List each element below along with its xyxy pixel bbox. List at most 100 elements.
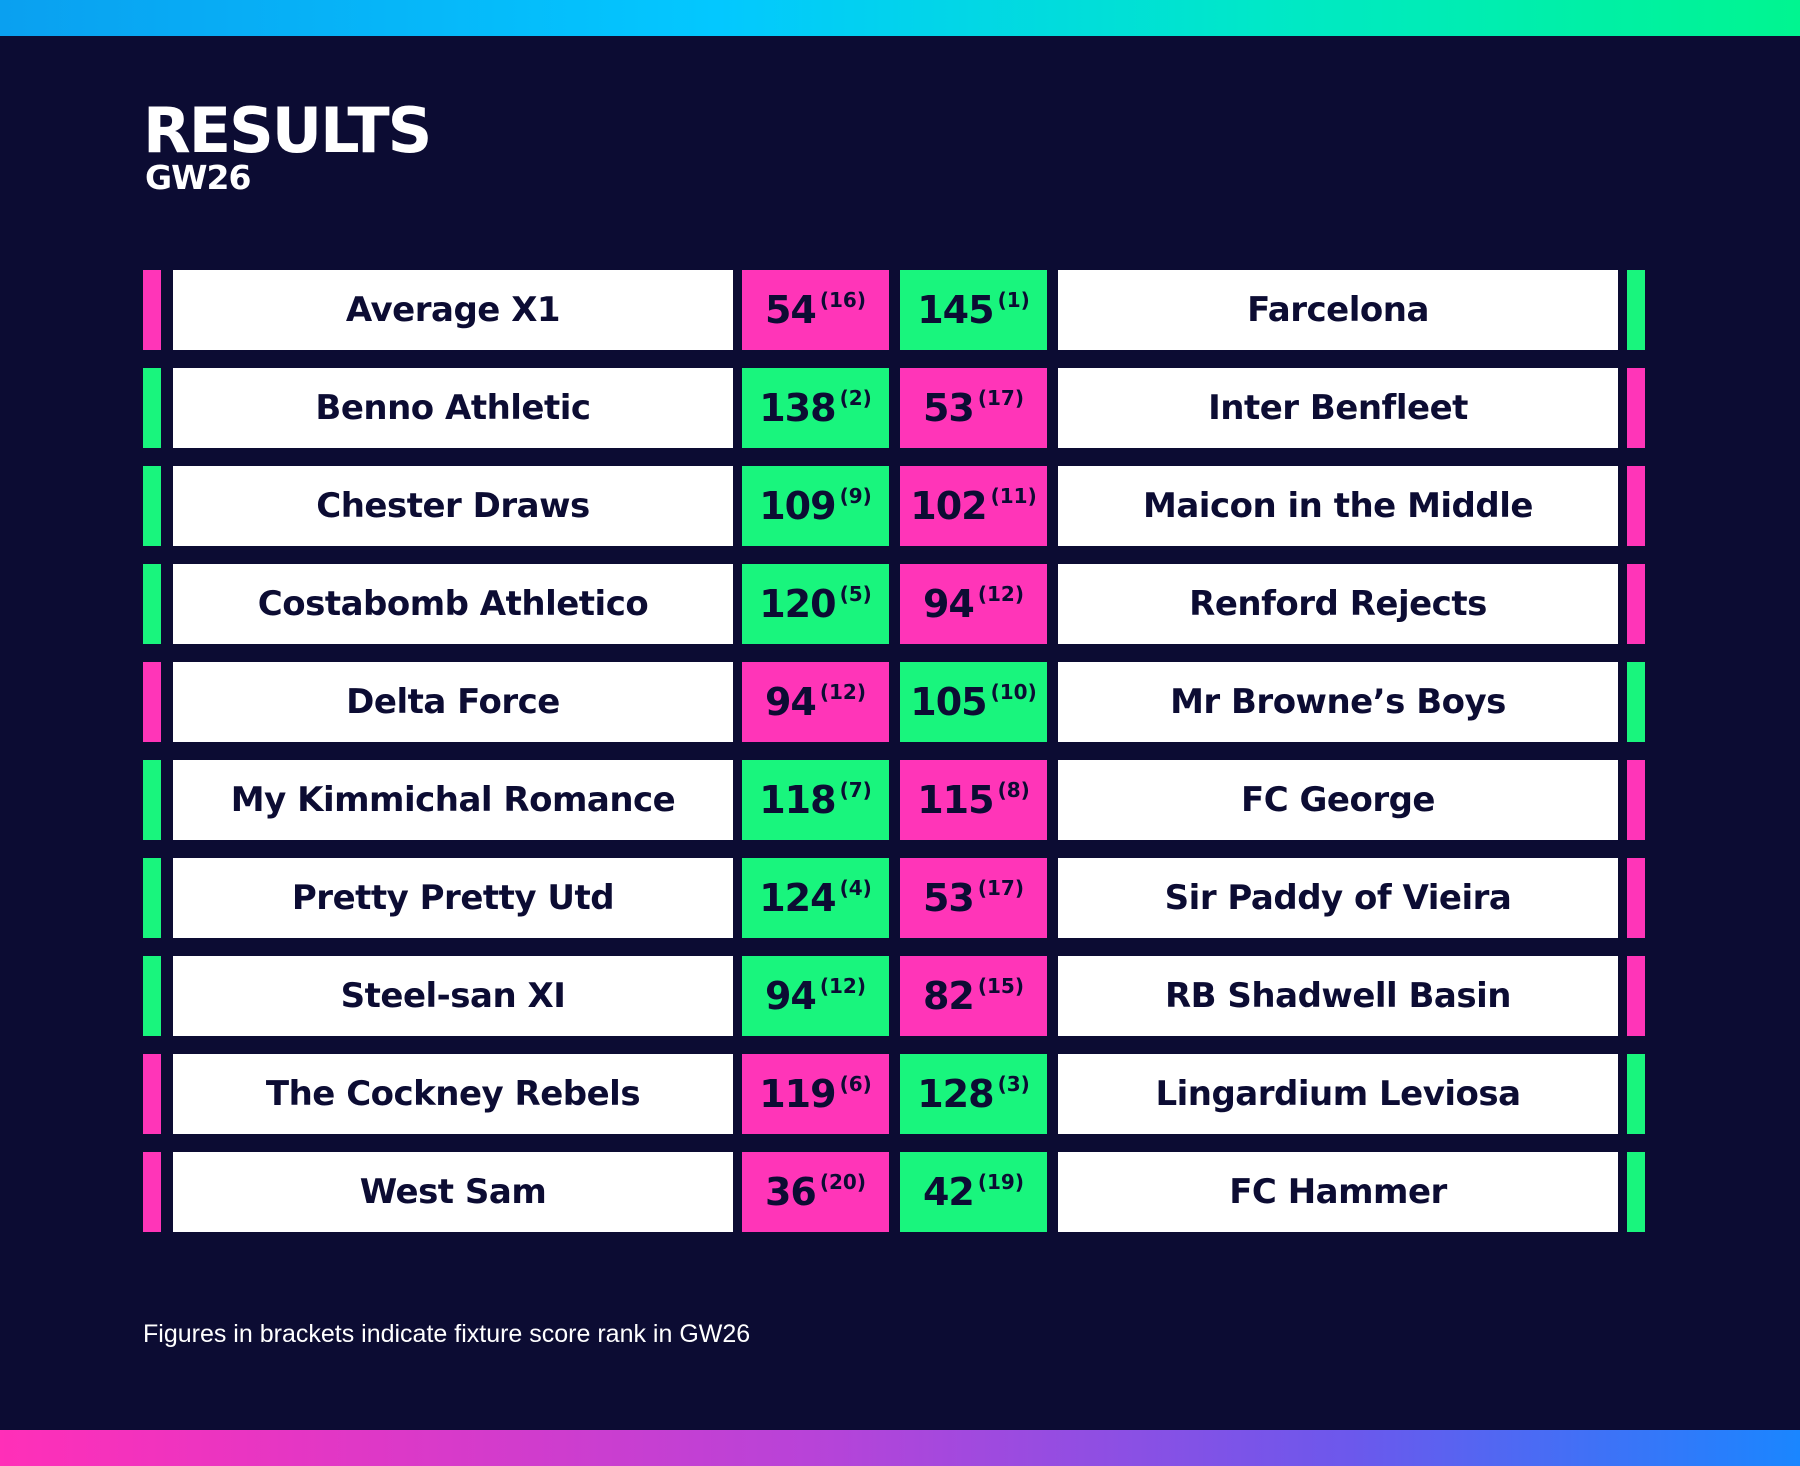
home-score-rank: (4) <box>839 876 872 900</box>
away-score-cell: 53 (17) <box>900 368 1047 448</box>
home-score-rank: (7) <box>839 778 872 802</box>
fixture-row: Benno Athletic 138 (2) 53 (17) Inter Benfleet <box>143 368 1645 448</box>
home-team-name: West Sam <box>173 1152 733 1232</box>
away-team-name: Inter Benfleet <box>1058 368 1618 448</box>
home-score-cell: 94 (12) <box>742 662 889 742</box>
home-score: 124 <box>759 876 836 920</box>
away-score: 53 <box>922 386 975 430</box>
home-result-indicator <box>143 564 161 644</box>
away-result-indicator <box>1627 858 1645 938</box>
fixture-row: Steel-san XI 94 (12) 82 (15) RB Shadwell Basi… <box>143 956 1645 1036</box>
away-score-rank: (19) <box>977 1170 1024 1194</box>
away-team-name: RB Shadwell Basin <box>1058 956 1618 1036</box>
away-score-rank: (17) <box>977 386 1024 410</box>
away-score: 128 <box>917 1072 994 1116</box>
away-team-name: Farcelona <box>1058 270 1618 350</box>
home-result-indicator <box>143 858 161 938</box>
fixture-row: My Kimmichal Romance 118 (7) 115 (8) FC Georg… <box>143 760 1645 840</box>
top-gradient-bar <box>0 0 1800 36</box>
home-score-rank: (2) <box>839 386 872 410</box>
page-title: RESULTS <box>143 94 432 167</box>
home-result-indicator <box>143 1152 161 1232</box>
fixture-row: Costabomb Athletico 120 (5) 94 (12) Renford R… <box>143 564 1645 644</box>
away-score-rank: (15) <box>977 974 1024 998</box>
away-score: 102 <box>910 484 987 528</box>
fixture-row: Delta Force 94 (12) 105 (10) Mr Browne’s Boys <box>143 662 1645 742</box>
away-score: 145 <box>917 288 994 332</box>
home-score: 138 <box>759 386 836 430</box>
home-score: 36 <box>764 1170 817 1214</box>
away-result-indicator <box>1627 760 1645 840</box>
home-score-cell: 138 (2) <box>742 368 889 448</box>
home-score: 54 <box>764 288 817 332</box>
away-team-name: FC George <box>1058 760 1618 840</box>
away-score-cell: 42 (19) <box>900 1152 1047 1232</box>
away-score: 82 <box>922 974 975 1018</box>
away-result-indicator <box>1627 1054 1645 1134</box>
away-score: 53 <box>922 876 975 920</box>
home-result-indicator <box>143 466 161 546</box>
away-score: 94 <box>922 582 975 626</box>
away-team-name: FC Hammer <box>1058 1152 1618 1232</box>
away-score-rank: (3) <box>997 1072 1030 1096</box>
away-team-name: Mr Browne’s Boys <box>1058 662 1618 742</box>
away-score-cell: 105 (10) <box>900 662 1047 742</box>
away-result-indicator <box>1627 466 1645 546</box>
fixture-row: Pretty Pretty Utd 124 (4) 53 (17) Sir Paddy o… <box>143 858 1645 938</box>
home-score-cell: 54 (16) <box>742 270 889 350</box>
home-score-rank: (20) <box>819 1170 866 1194</box>
away-score-rank: (12) <box>977 582 1024 606</box>
fixture-row: West Sam 36 (20) 42 (19) FC Hammer <box>143 1152 1645 1232</box>
home-score-cell: 36 (20) <box>742 1152 889 1232</box>
home-score-rank: (12) <box>819 974 866 998</box>
home-score-cell: 94 (12) <box>742 956 889 1036</box>
home-score-cell: 119 (6) <box>742 1054 889 1134</box>
away-result-indicator <box>1627 956 1645 1036</box>
gameweek-subtitle: GW26 <box>145 158 251 197</box>
home-score: 94 <box>764 974 817 1018</box>
fixture-row: The Cockney Rebels 119 (6) 128 (3) Lingardium… <box>143 1054 1645 1134</box>
home-score-cell: 120 (5) <box>742 564 889 644</box>
away-score-cell: 53 (17) <box>900 858 1047 938</box>
home-score: 109 <box>759 484 836 528</box>
away-score-cell: 94 (12) <box>900 564 1047 644</box>
away-score-rank: (10) <box>990 680 1037 704</box>
home-score-cell: 118 (7) <box>742 760 889 840</box>
home-score: 119 <box>759 1072 836 1116</box>
away-score: 105 <box>910 680 987 724</box>
away-team-name: Lingardium Leviosa <box>1058 1054 1618 1134</box>
away-score: 42 <box>922 1170 975 1214</box>
away-score-cell: 145 (1) <box>900 270 1047 350</box>
home-team-name: Chester Draws <box>173 466 733 546</box>
away-result-indicator <box>1627 564 1645 644</box>
away-team-name: Maicon in the Middle <box>1058 466 1618 546</box>
away-result-indicator <box>1627 662 1645 742</box>
away-score-cell: 102 (11) <box>900 466 1047 546</box>
home-score-rank: (12) <box>819 680 866 704</box>
home-result-indicator <box>143 662 161 742</box>
home-team-name: Average X1 <box>173 270 733 350</box>
home-team-name: Benno Athletic <box>173 368 733 448</box>
home-team-name: My Kimmichal Romance <box>173 760 733 840</box>
home-result-indicator <box>143 368 161 448</box>
home-result-indicator <box>143 760 161 840</box>
away-score-cell: 128 (3) <box>900 1054 1047 1134</box>
home-team-name: The Cockney Rebels <box>173 1054 733 1134</box>
away-result-indicator <box>1627 270 1645 350</box>
away-score-rank: (11) <box>990 484 1037 508</box>
home-score-cell: 109 (9) <box>742 466 889 546</box>
home-score: 94 <box>764 680 817 724</box>
away-score-rank: (1) <box>997 288 1030 312</box>
home-result-indicator <box>143 956 161 1036</box>
home-team-name: Pretty Pretty Utd <box>173 858 733 938</box>
fixture-row: Chester Draws 109 (9) 102 (11) Maicon in the … <box>143 466 1645 546</box>
home-score: 120 <box>759 582 836 626</box>
away-score-cell: 115 (8) <box>900 760 1047 840</box>
fixture-row: Average X1 54 (16) 145 (1) Farcelona <box>143 270 1645 350</box>
home-score-rank: (5) <box>839 582 872 606</box>
home-score-rank: (6) <box>839 1072 872 1096</box>
away-score-rank: (17) <box>977 876 1024 900</box>
away-team-name: Sir Paddy of Vieira <box>1058 858 1618 938</box>
away-score: 115 <box>917 778 994 822</box>
home-score: 118 <box>759 778 836 822</box>
